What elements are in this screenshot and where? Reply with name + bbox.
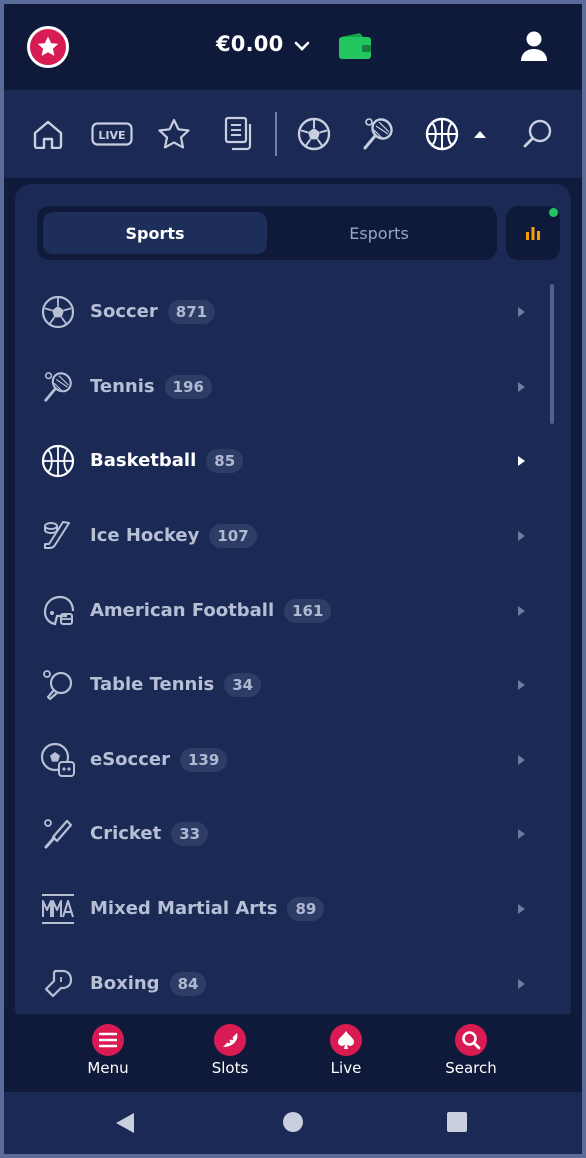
sport-name: Soccer [90,301,158,323]
esoccer-icon [40,742,76,778]
sport-name: Mixed Martial Arts [90,898,278,920]
table-tennis-icon [40,667,76,703]
chevron-right-icon [518,307,525,318]
chevron-right-icon [518,754,525,765]
list-item-esoccer[interactable]: eSoccer 139 [15,723,555,798]
slots-icon [214,1024,246,1056]
bottom-nav-label: Menu [87,1059,129,1077]
event-count-badge: 33 [171,822,209,847]
event-count-badge: 139 [179,747,228,772]
bottom-nav-menu[interactable]: Menu [58,1024,158,1077]
spade-icon [330,1024,362,1056]
soccer-icon[interactable] [296,116,332,152]
sport-name: Cricket [90,823,162,845]
sports-list-panel: Sports Esports Soccer 871 Tennis 196 Bas… [15,184,571,1024]
list-item-american-football[interactable]: American Football 161 [15,573,555,648]
sports-esports-toggle: Sports Esports [37,206,497,260]
search-icon[interactable] [520,116,556,152]
list-item-soccer[interactable]: Soccer 871 [15,275,555,350]
event-count-badge: 161 [284,598,332,623]
list-item-table-tennis[interactable]: Table Tennis 34 [15,648,555,723]
balance-amount[interactable]: €0.00 [216,32,283,56]
live-indicator-dot [549,208,558,217]
chevron-right-icon [518,904,525,915]
user-account-icon[interactable] [520,30,548,66]
chevron-right-icon [518,978,525,989]
sport-name: eSoccer [90,748,170,770]
ice-hockey-icon [40,518,76,554]
menu-icon [92,1024,124,1056]
sport-name: Basketball [90,450,197,472]
tab-sports[interactable]: Sports [43,212,267,254]
app-frame: €0.00 LIVE Sports Esports Soccer 871 Ten… [4,4,582,1154]
sport-navigation-bar: LIVE [4,90,582,178]
event-count-badge: 84 [169,971,207,996]
bar-chart-icon [526,227,540,240]
bottom-nav-label: Search [445,1059,497,1077]
top-bar: €0.00 [4,4,582,90]
cricket-bat-icon [40,816,76,852]
chevron-right-icon [518,680,525,691]
sport-name: Tennis [90,375,155,397]
search-icon [455,1024,487,1056]
event-count-badge: 34 [224,673,262,698]
basketball-icon[interactable] [424,116,460,152]
stats-button[interactable] [506,206,560,260]
live-icon-label: LIVE [98,129,125,142]
tennis-icon[interactable] [360,116,396,152]
boxing-glove-icon [40,966,76,1002]
list-item-basketball[interactable]: Basketball 85 [15,424,555,499]
bottom-nav-slots[interactable]: Slots [180,1024,280,1077]
chevron-down-icon[interactable] [294,38,310,57]
mma-icon [40,891,76,927]
list-item-tennis[interactable]: Tennis 196 [15,350,555,425]
nav-divider [275,112,277,156]
bottom-nav-label: Live [330,1059,362,1077]
football-helmet-icon [40,593,76,629]
bottom-nav-search[interactable]: Search [421,1024,521,1077]
bottom-nav-live[interactable]: Live [296,1024,396,1077]
favorites-star-icon[interactable] [156,116,192,152]
home-icon[interactable] [30,116,66,152]
system-navigation-bar [4,1092,582,1154]
chevron-right-icon [518,456,525,467]
brand-logo-icon[interactable] [27,26,69,68]
bottom-navigation: Menu Slots Live Search [4,1014,582,1092]
back-icon[interactable] [116,1113,134,1133]
caret-up-icon[interactable] [470,116,490,152]
sport-name: Table Tennis [90,674,215,696]
home-circle-icon[interactable] [283,1112,303,1132]
event-count-badge: 89 [287,897,325,922]
event-count-badge: 107 [209,524,257,549]
live-icon[interactable]: LIVE [90,116,134,152]
soccer-ball-icon [40,294,76,330]
tennis-racket-icon [40,369,76,405]
list-item-boxing[interactable]: Boxing 84 [15,946,555,1021]
list-item-mixed-martial-arts[interactable]: Mixed Martial Arts 89 [15,872,555,947]
chevron-right-icon [518,381,525,392]
sport-name: Ice Hockey [90,525,200,547]
betslip-icon[interactable] [221,116,257,152]
event-count-badge: 871 [167,300,216,325]
sports-list: Soccer 871 Tennis 196 Basketball 85 Ice … [15,275,555,1021]
wallet-icon[interactable] [338,32,372,64]
bottom-nav-label: Slots [211,1059,249,1077]
chevron-right-icon [518,605,525,616]
basketball-icon [40,443,76,479]
event-count-badge: 85 [206,449,244,474]
list-item-ice-hockey[interactable]: Ice Hockey 107 [15,499,555,574]
list-item-cricket[interactable]: Cricket 33 [15,797,555,872]
chevron-right-icon [518,829,525,840]
tab-esports[interactable]: Esports [267,212,491,254]
sport-name: American Football [90,599,275,621]
sport-name: Boxing [90,972,160,994]
chevron-right-icon [518,531,525,542]
recent-apps-icon[interactable] [447,1112,467,1132]
event-count-badge: 196 [164,374,212,399]
